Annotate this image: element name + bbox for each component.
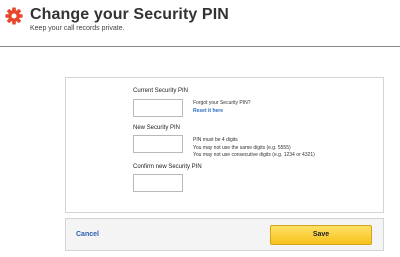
forgot-pin-hint: Forgot your Security PIN? Reset it here (193, 100, 251, 115)
header-divider (0, 46, 400, 47)
pin-rule: You may not use the same digits (e.g. 55… (193, 144, 291, 151)
cancel-link[interactable]: Cancel (76, 231, 99, 238)
pin-form-panel: Current Security PIN Forgot your Securit… (65, 77, 384, 213)
page-title: Change your Security PIN (30, 6, 229, 23)
gear-icon (5, 7, 23, 25)
new-pin-label: New Security PIN (133, 125, 181, 131)
current-pin-input[interactable] (133, 99, 183, 117)
current-pin-label: Current Security PIN (133, 88, 189, 94)
pin-rule: PIN must be 4 digits (193, 137, 238, 143)
form-footer: Cancel Save (65, 218, 384, 251)
pin-rule: You may not use consecutive digits (e.g.… (193, 152, 315, 158)
forgot-pin-text: Forgot your Security PIN? (193, 100, 251, 106)
page-subtitle: Keep your call records private. (30, 25, 125, 32)
confirm-pin-label: Confirm new Security PIN (133, 164, 202, 170)
pin-rules: PIN must be 4 digits You may not use the… (193, 137, 315, 160)
reset-pin-link[interactable]: Reset it here (193, 108, 251, 116)
confirm-pin-input[interactable] (133, 174, 183, 192)
page-header: Change your Security PIN Keep your call … (0, 0, 400, 44)
new-pin-input[interactable] (133, 135, 183, 153)
save-button[interactable]: Save (270, 225, 372, 245)
